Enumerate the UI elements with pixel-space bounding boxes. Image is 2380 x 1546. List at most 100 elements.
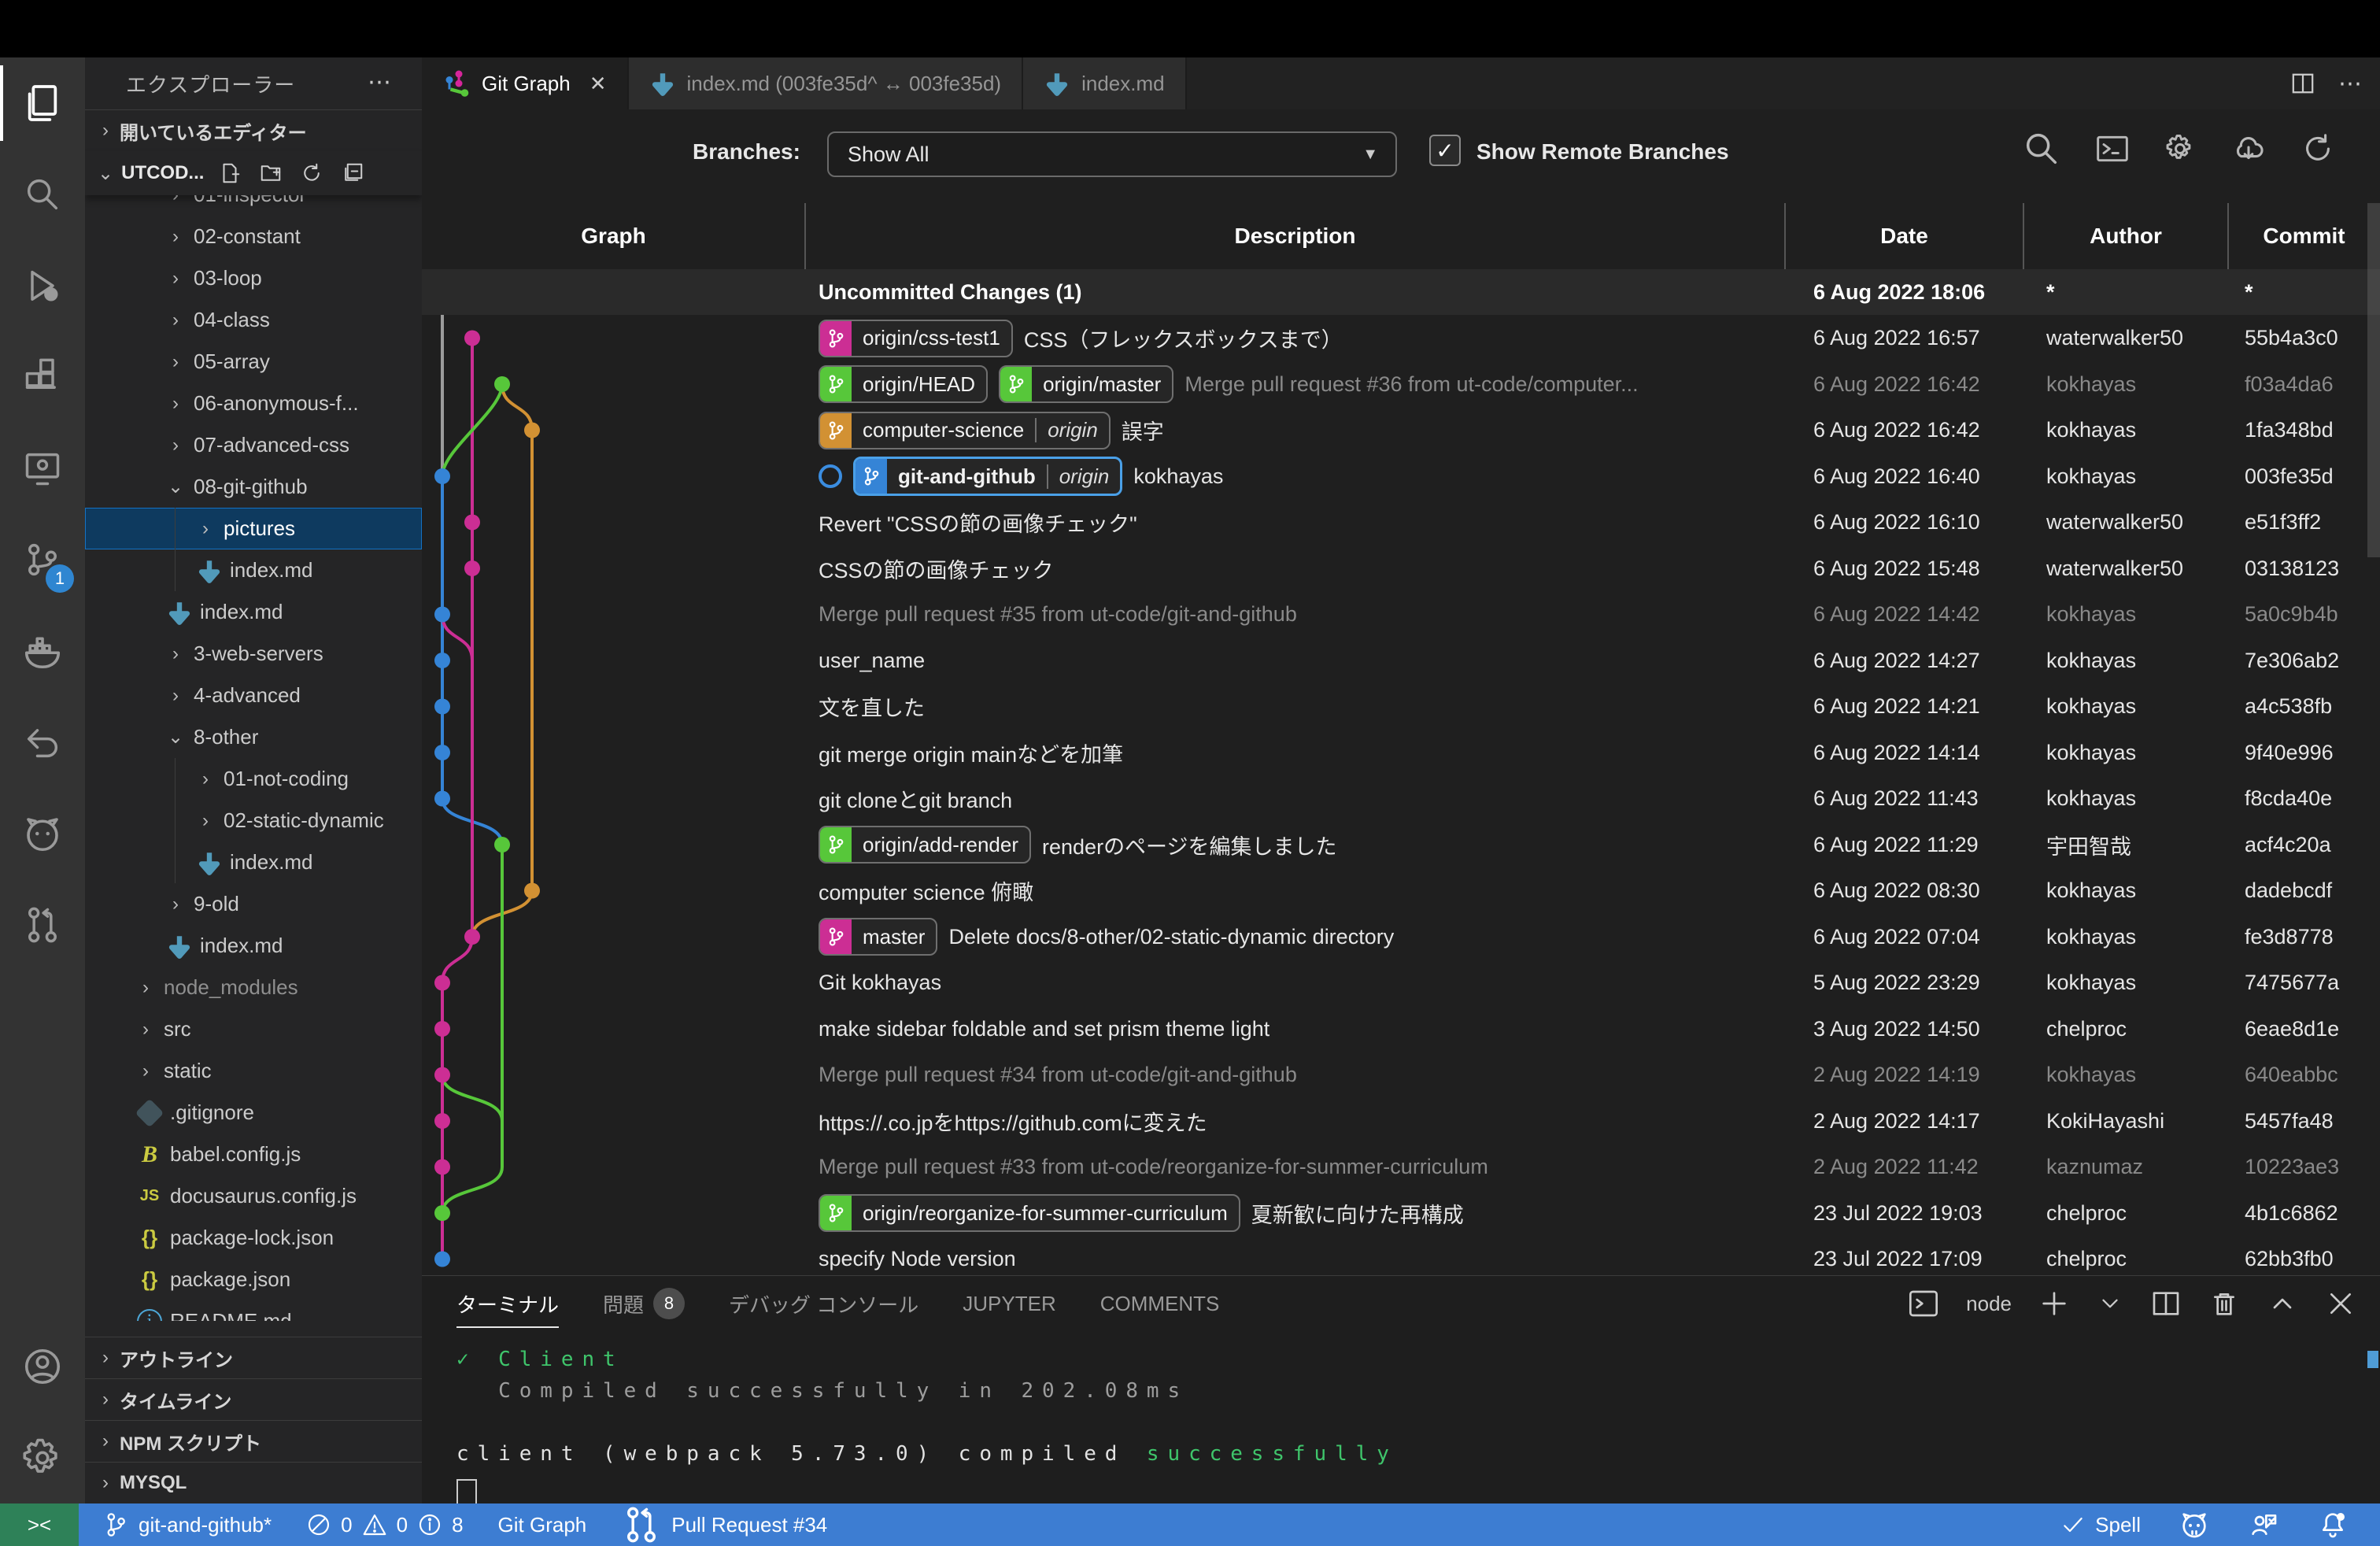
commit-row[interactable]: computer science 俯瞰6 Aug 2022 08:30kokha… [422, 868, 2380, 914]
column-header-date[interactable]: Date [1785, 203, 2023, 269]
tree-folder-02-static-dynamic[interactable]: ›02-static-dynamic [85, 800, 422, 841]
branch-badge[interactable]: computer-scienceorigin [819, 412, 1111, 449]
tree-folder-02-constant[interactable]: ›02-constant [85, 216, 422, 257]
branch-status[interactable]: git-and-github* [102, 1511, 272, 1538]
tree-folder-08-git-github[interactable]: ⌄08-git-github [85, 466, 422, 508]
commit-row[interactable]: CSSの節の画像チェック6 Aug 2022 15:48waterwalker5… [422, 546, 2380, 591]
pull-request-icon[interactable] [0, 879, 85, 971]
terminal-icon[interactable] [2095, 131, 2130, 166]
commit-row[interactable]: git merge origin mainなどを加筆6 Aug 2022 14:… [422, 730, 2380, 775]
git-graph-status[interactable]: Git Graph [498, 1513, 587, 1537]
commit-row[interactable]: https://.co.jpをhttps://github.comに変えた2 A… [422, 1098, 2380, 1144]
collapse-folders-icon[interactable] [341, 161, 364, 185]
more-actions-icon[interactable]: ⋯ [368, 68, 394, 96]
tree-folder-8-other[interactable]: ⌄8-other [85, 716, 422, 758]
commit-row[interactable]: git cloneとgit branch6 Aug 2022 11:43kokh… [422, 776, 2380, 822]
commit-row[interactable]: Merge pull request #34 from ut-code/git-… [422, 1052, 2380, 1098]
commit-row[interactable]: Revert "CSSの節の画像チェック"6 Aug 2022 16:10wat… [422, 500, 2380, 546]
column-header-description[interactable]: Description [805, 203, 1785, 269]
commit-row[interactable]: 文を直した6 Aug 2022 14:21kokhayasa4c538fb [422, 684, 2380, 730]
search-icon[interactable] [2021, 128, 2062, 169]
tree-folder-pictures[interactable]: ›pictures [85, 508, 422, 549]
tree-folder-4-advanced[interactable]: ›4-advanced [85, 675, 422, 716]
tree-folder-01-inspector[interactable]: ›01-inspector [85, 195, 422, 216]
tree-folder-03-loop[interactable]: ›03-loop [85, 257, 422, 299]
panel-tab-デバッグ コンソール[interactable]: デバッグ コンソール [729, 1289, 918, 1319]
source-control-icon[interactable]: 1 [0, 514, 85, 605]
panel-tab-COMMENTS[interactable]: COMMENTS [1100, 1292, 1220, 1316]
column-header-graph[interactable]: Graph [422, 203, 805, 269]
panel-tab-JUPYTER[interactable]: JUPYTER [963, 1292, 1055, 1316]
maximize-panel-icon[interactable] [2267, 1288, 2298, 1319]
branch-badge[interactable]: origin/master [999, 365, 1173, 403]
terminal-output[interactable]: ✓ Client Compiled successfully in 202.08… [456, 1344, 1398, 1470]
tab-git[interactable]: Git Graph✕ [422, 57, 629, 109]
tree-file--gitignore[interactable]: .gitignore [85, 1092, 422, 1134]
remote-explorer-icon[interactable] [0, 423, 85, 514]
branch-badge[interactable]: origin/add-render [819, 826, 1031, 864]
tree-file-docusaurus-config-js[interactable]: JSdocusaurus.config.js [85, 1175, 422, 1217]
branch-badge[interactable]: origin/HEAD [819, 365, 988, 403]
commit-row[interactable]: masterDelete docs/8-other/02-static-dyna… [422, 914, 2380, 960]
tree-folder-src[interactable]: ›src [85, 1008, 422, 1050]
tree-folder-9-old[interactable]: ›9-old [85, 883, 422, 925]
commit-row[interactable]: origin/css-test1CSS（フレックスボックスまで）6 Aug 20… [422, 316, 2380, 361]
terminal-scrollbar[interactable] [2367, 1351, 2378, 1368]
commit-row[interactable]: Merge pull request #35 from ut-code/git-… [422, 592, 2380, 638]
tree-file-readme-md[interactable]: iREADME.md [85, 1300, 422, 1321]
tree-folder-01-not-coding[interactable]: ›01-not-coding [85, 758, 422, 800]
commit-row[interactable]: Uncommitted Changes (1)6 Aug 2022 18:06*… [422, 269, 2380, 315]
commit-row[interactable]: origin/HEADorigin/masterMerge pull reque… [422, 361, 2380, 407]
tree-file-index-md[interactable]: index.md [85, 549, 422, 591]
tree-file-index-md[interactable]: index.md [85, 591, 422, 633]
new-folder-icon[interactable] [259, 161, 283, 185]
column-header-commit[interactable]: Commit [2228, 203, 2380, 269]
commit-row[interactable]: Merge pull request #33 from ut-code/reor… [422, 1145, 2380, 1190]
branch-badge[interactable]: master [819, 918, 937, 956]
commit-row[interactable]: specify Node version23 Jul 2022 17:09che… [422, 1237, 2380, 1276]
panel-tab-問題[interactable]: 問題8 [603, 1288, 685, 1319]
account-icon[interactable] [0, 1321, 85, 1412]
tree-file-babel-config-js[interactable]: Bbabel.config.js [85, 1134, 422, 1175]
tree-folder-07-advanced-css[interactable]: ›07-advanced-css [85, 424, 422, 466]
copilot-status[interactable] [2179, 1509, 2210, 1540]
panel-tab-ターミナル[interactable]: ターミナル [456, 1289, 559, 1319]
shell-name[interactable]: node [1966, 1292, 2012, 1316]
branch-badge[interactable]: origin/css-test1 [819, 320, 1013, 357]
settings-icon[interactable] [0, 1412, 85, 1503]
search-icon[interactable] [0, 149, 85, 240]
workspace-section-header[interactable]: ⌄ UTCOD... [85, 151, 422, 195]
tree-folder-node-modules[interactable]: ›node_modules [85, 967, 422, 1008]
editor-scrollbar[interactable] [2367, 203, 2380, 557]
sidebar-section-MYSQL[interactable]: ›MYSQL [85, 1462, 422, 1503]
branch-badge[interactable]: git-and-githuborigin [853, 457, 1122, 496]
feedback-status[interactable] [2248, 1509, 2279, 1540]
tab-index.md[interactable]: index.md (003fe35d^ ↔ 003fe35d) [629, 57, 1024, 109]
refresh-icon[interactable] [2300, 131, 2336, 167]
split-editor-icon[interactable] [2291, 72, 2315, 95]
open-editors-section[interactable]: › 開いているエディター [85, 109, 422, 151]
tree-folder-05-array[interactable]: ›05-array [85, 341, 422, 383]
fetch-icon[interactable] [2230, 131, 2267, 167]
commit-row[interactable]: Git kokhayas5 Aug 2022 23:29kokhayas7475… [422, 960, 2380, 1006]
new-terminal-icon[interactable] [2038, 1288, 2070, 1319]
commit-row[interactable]: make sidebar foldable and set prism them… [422, 1006, 2380, 1052]
github-icon[interactable] [0, 788, 85, 879]
commit-row[interactable]: git-and-githuboriginkokhayas6 Aug 2022 1… [422, 453, 2380, 499]
branch-badge[interactable]: origin/reorganize-for-summer-curriculum [819, 1194, 1240, 1232]
run-debug-icon[interactable] [0, 240, 85, 331]
docker-icon[interactable] [0, 605, 85, 697]
explorer-icon[interactable] [0, 57, 85, 149]
pull-request-status[interactable]: Pull Request #34 [621, 1504, 827, 1545]
terminal-dropdown-icon[interactable] [2097, 1290, 2123, 1317]
tree-folder-04-class[interactable]: ›04-class [85, 299, 422, 341]
undo-icon[interactable] [0, 697, 85, 788]
column-header-author[interactable]: Author [2023, 203, 2228, 269]
sidebar-section-アウトライン[interactable]: ›アウトライン [85, 1337, 422, 1378]
commit-row[interactable]: origin/add-renderrenderのページを編集しました6 Aug … [422, 822, 2380, 867]
refresh-explorer-icon[interactable] [300, 161, 323, 185]
spell-status[interactable]: Spell [2060, 1512, 2141, 1537]
commit-row[interactable]: user_name6 Aug 2022 14:27kokhayas7e306ab… [422, 638, 2380, 683]
tree-folder-static[interactable]: ›static [85, 1050, 422, 1092]
commit-row[interactable]: origin/reorganize-for-summer-curriculum夏… [422, 1190, 2380, 1236]
